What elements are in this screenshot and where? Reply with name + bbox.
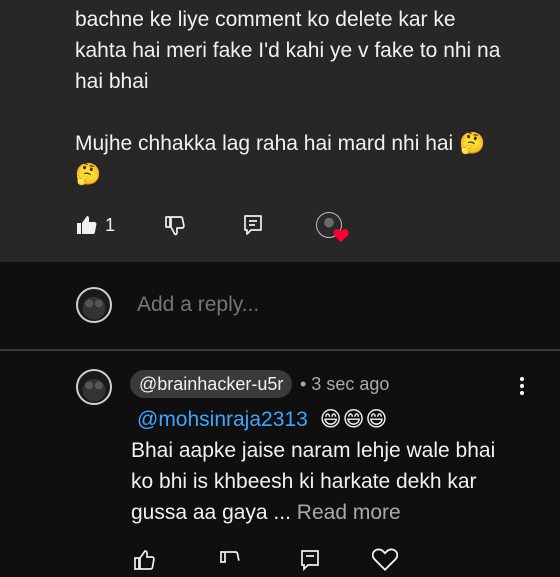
mention-link[interactable]: @mohsinraja2313 — [137, 408, 308, 431]
creator-avatar — [316, 212, 349, 243]
author-handle[interactable]: @brainhacker-u5r — [130, 370, 293, 398]
reply-line: gussa aa gaya ... — [131, 501, 291, 524]
reply-author-avatar[interactable] — [76, 369, 112, 405]
heart-icon — [333, 228, 349, 243]
highlighted-comment: bachne ke liye comment ko delete kar ke … — [0, 0, 560, 262]
comment-line: Mujhe chhakka lag raha hai mard nhi hai … — [75, 132, 486, 155]
heart-outline-icon[interactable] — [372, 543, 398, 577]
reply-emojis: 😄😄😄 — [319, 408, 389, 431]
add-reply-bar — [0, 262, 560, 350]
comment-line: 🤔 — [75, 163, 102, 186]
reply-input[interactable] — [137, 293, 517, 317]
thumbs-down-icon — [163, 213, 187, 237]
comment-icon — [241, 213, 265, 237]
current-user-avatar — [76, 287, 112, 323]
comment-text: bachne ke liye comment ko delete kar ke … — [75, 4, 525, 190]
comment-actions: 1 — [0, 208, 560, 244]
reply-text: @mohsinraja2313 😄😄😄 Bhai aapke jaise nara… — [131, 404, 521, 528]
read-more-link[interactable]: Read more — [297, 501, 401, 524]
dislike-button[interactable] — [163, 208, 187, 242]
comment-line: kahta hai meri fake I'd kahi ye v fake t… — [75, 39, 501, 62]
like-button[interactable]: 1 — [75, 208, 115, 242]
thumbs-up-icon — [75, 213, 99, 237]
reply-mention-line: @mohsinraja2313 😄😄😄 — [131, 404, 521, 435]
comment-icon[interactable] — [298, 543, 322, 577]
reply-line: ko bhi is khbeesh ki harkate dekh kar — [131, 470, 477, 493]
reply-actions — [0, 545, 560, 572]
thumbs-down-icon[interactable] — [218, 543, 242, 577]
comment-line: bachne ke liye comment ko delete kar ke — [75, 8, 456, 31]
reply-line: Bhai aapke jaise naram lehje wale bhai — [131, 439, 496, 462]
like-count: 1 — [105, 214, 116, 235]
reply-item: @brainhacker-u5r • 3 sec ago @mohsinraja… — [0, 351, 560, 572]
comment-line: hai bhai — [75, 70, 149, 93]
creator-heart — [316, 208, 349, 243]
thumbs-up-icon[interactable] — [132, 543, 156, 577]
reply-timestamp: • 3 sec ago — [300, 374, 390, 394]
reply-button[interactable] — [241, 208, 265, 242]
more-vert-icon[interactable] — [513, 375, 531, 402]
reply-line-last: gussa aa gaya ... Read more — [131, 497, 521, 528]
